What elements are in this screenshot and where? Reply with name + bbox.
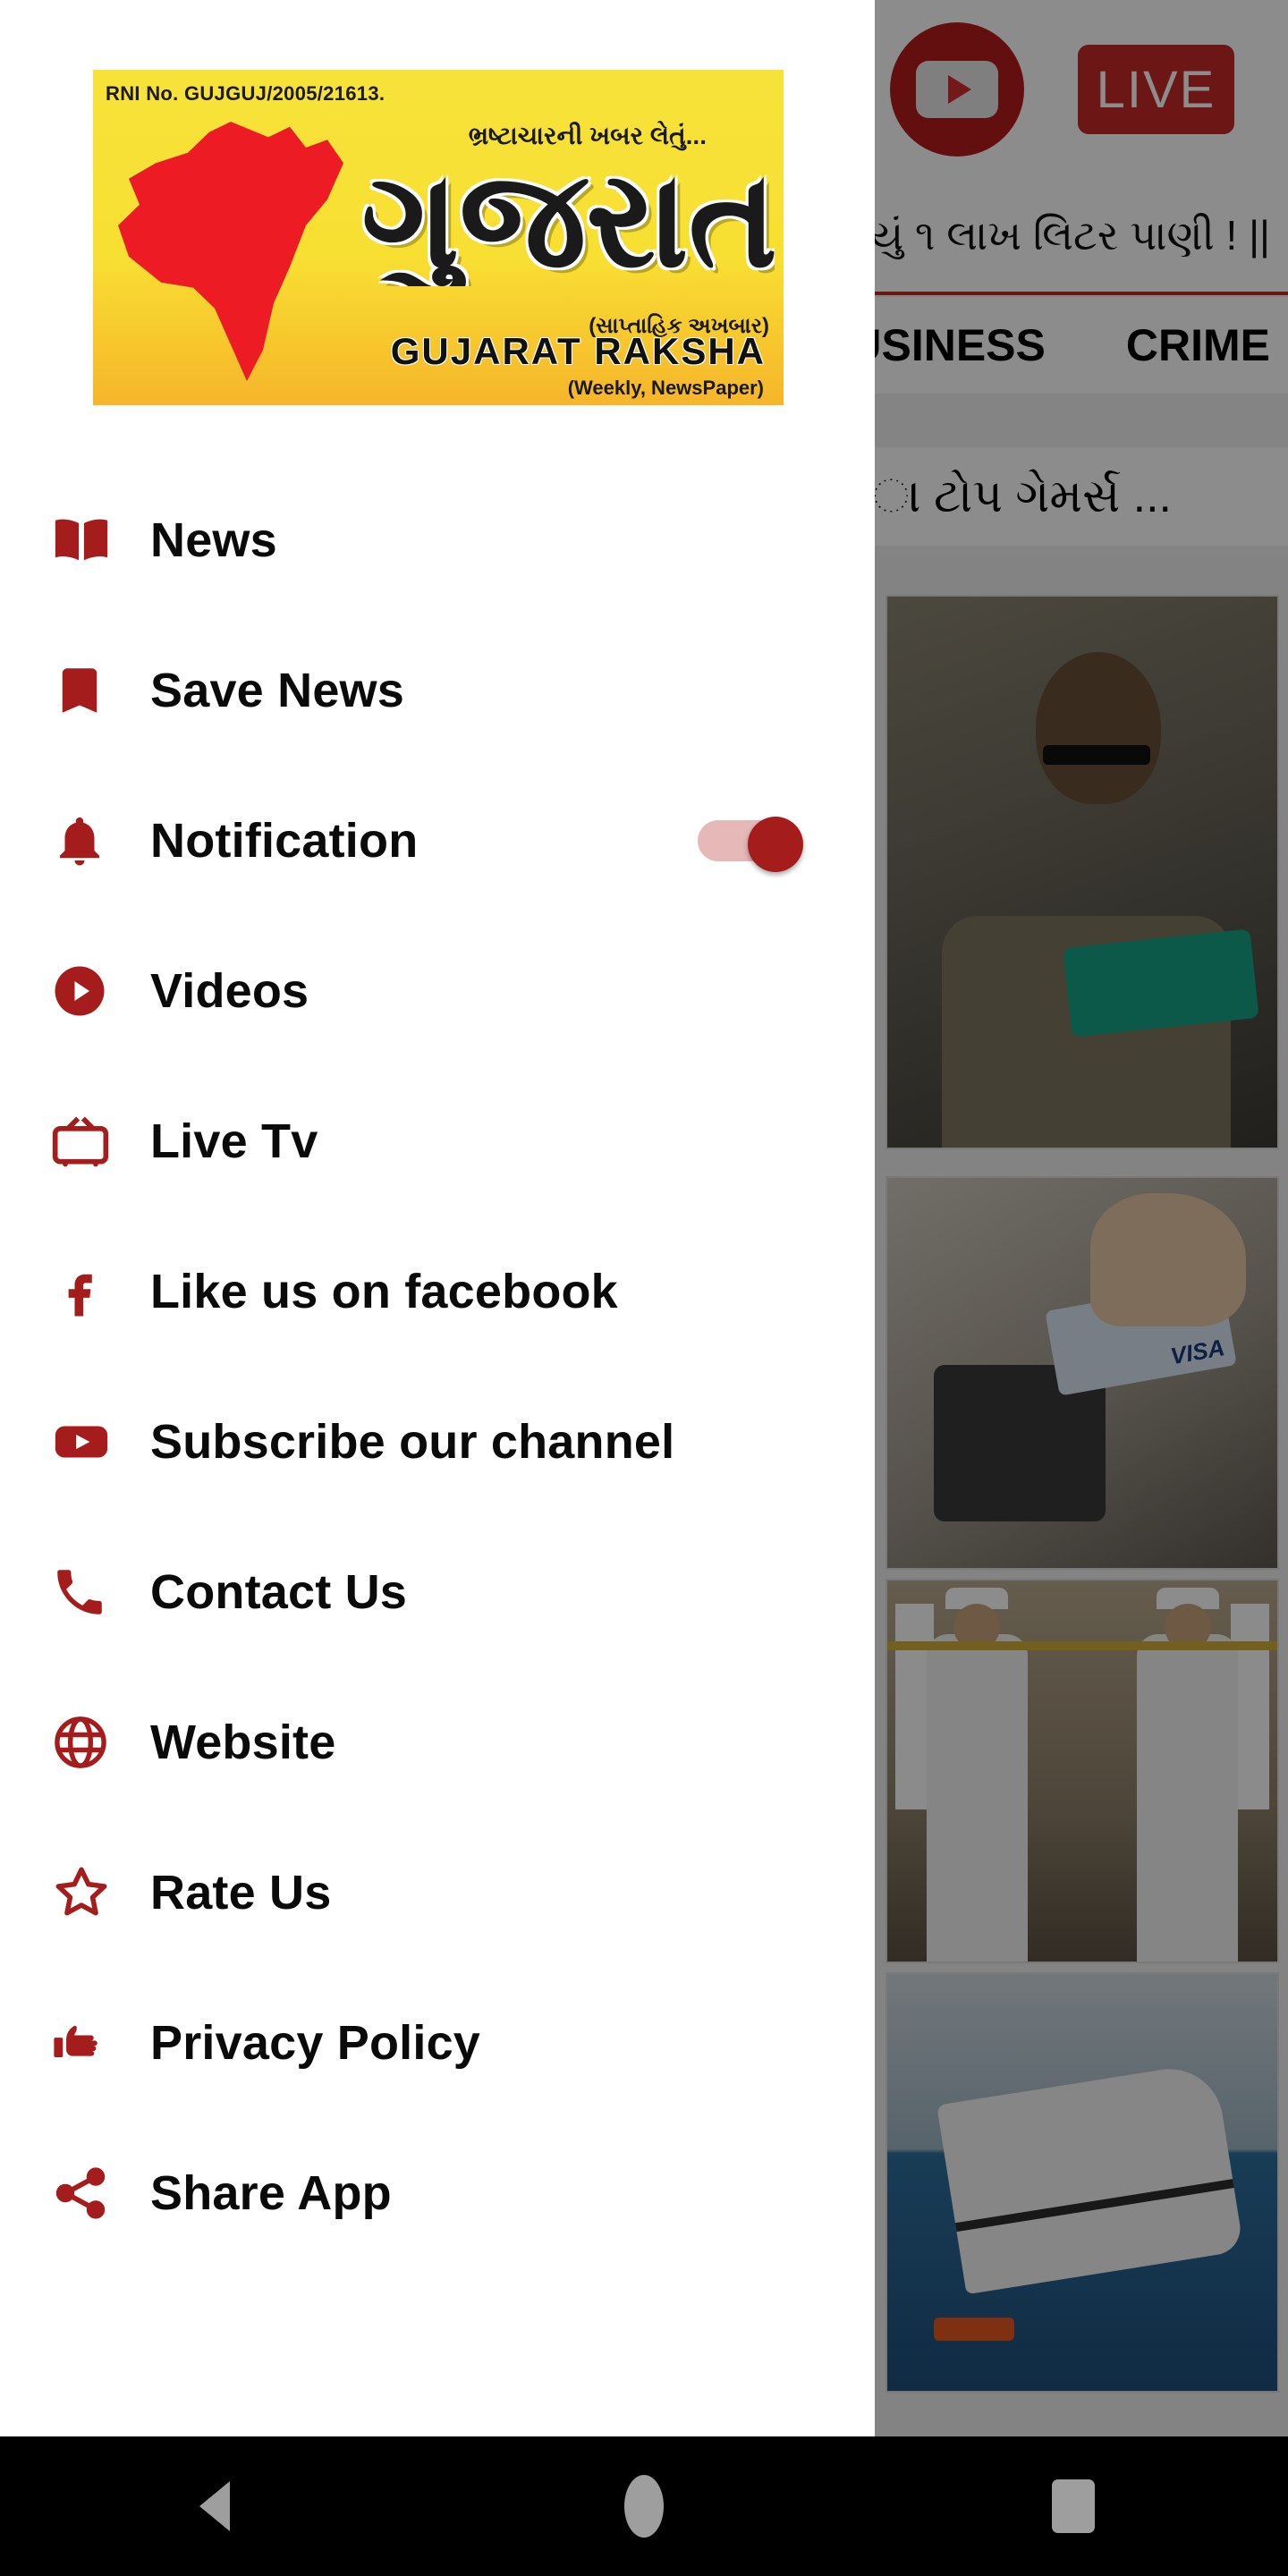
- app-root: LIVE યું ૧ લાખ લિટર પાણી ! || BUSINESS C…: [0, 0, 1288, 2576]
- menu-item-label: Rate Us: [150, 1866, 332, 1919]
- recents-button[interactable]: [984, 2436, 1163, 2576]
- star-outline-icon: [50, 1861, 150, 1924]
- menu-item-label: Videos: [150, 964, 309, 1018]
- bell-icon: [50, 811, 150, 870]
- youtube-icon: [50, 1411, 150, 1473]
- play-circle-icon: [50, 962, 150, 1021]
- home-circle-icon: [624, 2475, 664, 2538]
- logo-tagline: ભ્રષ્ટાચારની ખબર લેતું...: [468, 122, 707, 149]
- globe-icon: [50, 1712, 150, 1773]
- gujarat-map-icon: [118, 122, 343, 381]
- menu-item-label: News: [150, 513, 277, 567]
- logo-name-english: GUJARAT RAKSHA: [390, 330, 766, 372]
- menu-item-label: Live Tv: [150, 1114, 318, 1168]
- menu-item-website[interactable]: Website: [0, 1667, 875, 1818]
- back-triangle-icon: [199, 2481, 230, 2531]
- menu-item-contact-us[interactable]: Contact Us: [0, 1517, 875, 1667]
- bookmark-icon: [50, 661, 150, 720]
- facebook-icon: [50, 1262, 150, 1321]
- app-logo: RNI No. GUJGUJ/2005/21613. ભ્રષ્ટાચારની …: [93, 70, 784, 405]
- menu-item-notification[interactable]: Notification: [0, 766, 875, 916]
- drawer-menu: News Save News Notification Videos Live …: [0, 465, 875, 2268]
- menu-item-privacy-policy[interactable]: Privacy Policy: [0, 1968, 875, 2118]
- tv-icon: [50, 1111, 150, 1172]
- navigation-drawer: RNI No. GUJGUJ/2005/21613. ભ્રષ્ટાચારની …: [0, 0, 875, 2436]
- menu-item-facebook[interactable]: Like us on facebook: [0, 1216, 875, 1367]
- menu-item-save-news[interactable]: Save News: [0, 615, 875, 766]
- menu-item-news[interactable]: News: [0, 465, 875, 615]
- menu-item-rate-us[interactable]: Rate Us: [0, 1818, 875, 1968]
- menu-item-label: Share App: [150, 2166, 392, 2220]
- logo-title-gujarati: ગુજરાત રક્ષા: [361, 152, 775, 286]
- menu-item-label: Save News: [150, 664, 404, 717]
- menu-item-label: Subscribe our channel: [150, 1415, 675, 1469]
- menu-item-label: Like us on facebook: [150, 1265, 618, 1318]
- system-navigation-bar: [0, 2436, 1288, 2576]
- logo-subtitle-english: (Weekly, NewsPaper): [567, 377, 764, 399]
- menu-item-label: Website: [150, 1716, 336, 1769]
- toggle-thumb: [748, 817, 803, 872]
- menu-item-share-app[interactable]: Share App: [0, 2118, 875, 2268]
- menu-item-label: Contact Us: [150, 1565, 408, 1619]
- menu-item-label: Notification: [150, 814, 419, 868]
- notification-toggle[interactable]: [698, 817, 803, 872]
- menu-item-live-tv[interactable]: Live Tv: [0, 1066, 875, 1216]
- pointing-hand-icon: [50, 2012, 150, 2074]
- phone-icon: [50, 1563, 150, 1622]
- menu-item-subscribe[interactable]: Subscribe our channel: [0, 1367, 875, 1517]
- home-button[interactable]: [555, 2436, 733, 2576]
- book-open-icon: [50, 509, 150, 572]
- share-icon: [50, 2163, 150, 2224]
- recents-square-icon: [1052, 2479, 1095, 2533]
- logo-rni-number: RNI No. GUJGUJ/2005/21613.: [106, 82, 386, 105]
- menu-item-videos[interactable]: Videos: [0, 916, 875, 1066]
- menu-item-label: Privacy Policy: [150, 2016, 481, 2070]
- back-button[interactable]: [125, 2436, 304, 2576]
